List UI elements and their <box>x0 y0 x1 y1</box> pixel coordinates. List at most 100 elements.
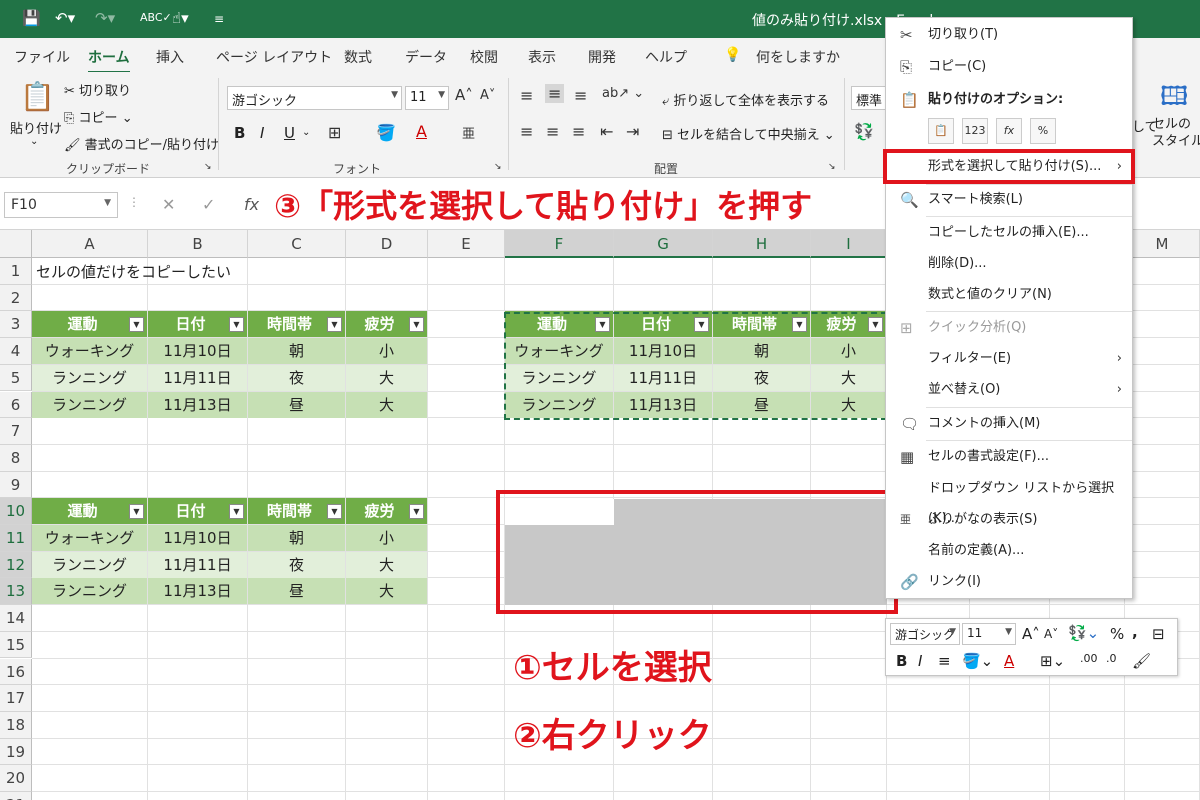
align-top-icon[interactable]: ≡ <box>520 86 533 105</box>
filter-dropdown-icon[interactable]: ▼ <box>327 504 342 520</box>
table-a2-cell[interactable]: 大 <box>346 578 427 605</box>
decrease-indent-icon[interactable]: ⇤ <box>600 122 613 141</box>
italic-button[interactable]: I <box>260 124 264 142</box>
row-header-6[interactable]: 6 <box>0 391 32 419</box>
enter-icon[interactable]: ✓ <box>202 195 215 214</box>
undo-icon[interactable]: ↶▾ <box>55 9 75 27</box>
row-header-11[interactable]: 11 <box>0 525 32 552</box>
row-header-8[interactable]: 8 <box>0 444 32 472</box>
cell-styles-button[interactable]: セルの スタイル <box>1152 116 1200 150</box>
paste-formatting-icon[interactable]: % <box>1030 118 1056 144</box>
increase-font-icon[interactable]: A˄ <box>455 86 473 104</box>
bold-button[interactable]: B <box>234 124 245 142</box>
name-box[interactable]: F10 ▼ <box>4 192 118 218</box>
table-a-header-cell[interactable]: 疲労 ▼ <box>346 311 427 338</box>
table-a2-header-cell[interactable]: 時間帯 ▼ <box>248 498 345 525</box>
customize-icon[interactable]: ≡ <box>214 12 224 26</box>
column-header-b[interactable]: B <box>148 230 248 258</box>
filter-dropdown-icon[interactable]: ▼ <box>229 504 244 520</box>
table-a2-header-cell[interactable]: 日付 ▼ <box>148 498 247 525</box>
underline-button[interactable]: U <box>284 124 295 142</box>
align-middle-icon[interactable]: ≡ <box>545 84 565 103</box>
select-all-corner[interactable] <box>0 230 32 258</box>
table-a2-cell[interactable]: 夜 <box>248 551 345 578</box>
filter-dropdown-icon[interactable]: ▼ <box>409 317 424 333</box>
menu-define-name[interactable]: 名前の定義(A)... <box>886 536 1132 566</box>
currency-icon[interactable]: 💱⌄ <box>1068 624 1099 642</box>
menu-clear[interactable]: 数式と値のクリア(N) <box>886 280 1132 310</box>
menu-copy[interactable]: ⎘ コピー(C) <box>886 52 1132 82</box>
align-bottom-icon[interactable]: ≡ <box>574 86 587 105</box>
percent-icon[interactable]: % <box>1110 625 1124 643</box>
insert-function-icon[interactable]: fx <box>244 195 259 214</box>
menu-phonetic[interactable]: 亜 ふりがなの表示(S) <box>886 505 1132 535</box>
column-header-c[interactable]: C <box>248 230 346 258</box>
menu-insert-comment[interactable]: 🗨 コメントの挿入(M) <box>886 409 1132 439</box>
font-color-icon[interactable]: A <box>416 122 427 141</box>
row-header-5[interactable]: 5 <box>0 364 32 392</box>
table-a-cell[interactable]: 大 <box>346 364 427 391</box>
table-a2-header-cell[interactable]: 運動 ▼ <box>32 498 147 525</box>
table-a2-cell[interactable]: 11月13日 <box>148 578 247 605</box>
decrease-font-icon[interactable]: A˅ <box>480 88 495 103</box>
border-icon[interactable]: ⊞⌄ <box>1040 652 1065 670</box>
menu-sort[interactable]: 並べ替え(O) › <box>886 375 1132 405</box>
table-a-header-cell[interactable]: 時間帯 ▼ <box>248 311 345 338</box>
currency-icon[interactable]: 💱 <box>854 122 874 141</box>
dialog-launcher-icon[interactable]: ↘ <box>494 162 502 172</box>
table-a2-cell[interactable]: ランニング <box>32 551 147 578</box>
wrap-text-button[interactable]: ⤶ 折り返して全体を表示する <box>662 90 829 109</box>
fill-color-icon[interactable]: 🪣 <box>376 123 396 142</box>
tab-file[interactable]: ファイル <box>14 47 70 67</box>
increase-indent-icon[interactable]: ⇥ <box>626 122 639 141</box>
redo-icon[interactable]: ↷▾ <box>95 9 115 27</box>
column-header-m[interactable]: M <box>1125 230 1200 258</box>
row-header-17[interactable]: 17 <box>0 685 32 712</box>
column-header-e[interactable]: E <box>428 230 505 258</box>
align-center-icon[interactable]: ≡ <box>546 122 559 141</box>
row-header-12[interactable]: 12 <box>0 551 32 579</box>
paste-values-icon[interactable]: 123 <box>962 118 988 144</box>
chevron-down-icon[interactable]: ⌄ <box>302 127 310 138</box>
table-a-cell[interactable]: 11月11日 <box>148 364 247 391</box>
row-header-13[interactable]: 13 <box>0 578 32 606</box>
merge-center-button[interactable]: ⊟ セルを結合して中央揃え ⌄ <box>662 124 835 143</box>
align-left-icon[interactable]: ≡ <box>520 122 533 141</box>
table-a-cell[interactable]: ランニング <box>32 364 147 391</box>
filter-dropdown-icon[interactable]: ▼ <box>129 504 144 520</box>
table-a-header-cell[interactable]: 運動 ▼ <box>32 311 147 338</box>
tab-help[interactable]: ヘルプ <box>645 47 687 67</box>
row-header-20[interactable]: 20 <box>0 765 32 792</box>
format-painter-button[interactable]: 🖌 書式のコピー/貼り付け <box>64 134 219 153</box>
tell-me-search[interactable]: 何をしますか <box>756 47 840 67</box>
tab-review[interactable]: 校閲 <box>470 47 498 67</box>
row-header-3[interactable]: 3 <box>0 311 32 339</box>
decrease-decimal-icon[interactable]: .0 <box>1106 652 1117 665</box>
tab-data[interactable]: データ <box>405 47 447 67</box>
menu-smart-lookup[interactable]: 🔍 スマート検索(L) <box>886 185 1132 215</box>
tab-developer[interactable]: 開発 <box>588 47 616 67</box>
menu-cut[interactable]: ✂ 切り取り(T) <box>886 20 1132 50</box>
table-a-cell[interactable]: ランニング <box>32 391 147 418</box>
menu-insert-copied[interactable]: コピーしたセルの挿入(E)... <box>886 218 1132 248</box>
chevron-down-icon[interactable]: ⌄ <box>30 136 38 147</box>
table-a-cell[interactable]: 朝 <box>248 338 345 365</box>
mini-size-select[interactable]: 11 ▼ <box>962 623 1016 645</box>
dialog-launcher-icon[interactable]: ↘ <box>828 162 836 172</box>
row-header-21[interactable]: 21 <box>0 792 32 800</box>
table-a2-cell[interactable]: ウォーキング <box>32 525 147 551</box>
font-size-select[interactable]: 11 ▼ <box>405 86 449 110</box>
copy-button[interactable]: ⎘ コピー ⌄ <box>64 107 133 126</box>
tab-page-layout[interactable]: ページ レイアウト <box>216 47 332 67</box>
comma-icon[interactable]: , <box>1132 623 1138 641</box>
decrease-font-icon[interactable]: A˅ <box>1044 627 1058 641</box>
table-a-cell[interactable]: 11月13日 <box>148 391 247 418</box>
number-format-select[interactable]: 標準 <box>851 86 887 110</box>
paste-all-icon[interactable]: 📋 <box>928 118 954 144</box>
menu-delete[interactable]: 削除(D)... <box>886 249 1132 279</box>
table-a2-cell[interactable]: 11月11日 <box>148 551 247 578</box>
cancel-icon[interactable]: ✕ <box>162 195 175 214</box>
mini-font-select[interactable]: 游ゴシック ▼ <box>890 623 960 645</box>
table-a-cell[interactable]: 大 <box>346 391 427 418</box>
cut-button[interactable]: ✂ 切り取り <box>64 80 131 99</box>
